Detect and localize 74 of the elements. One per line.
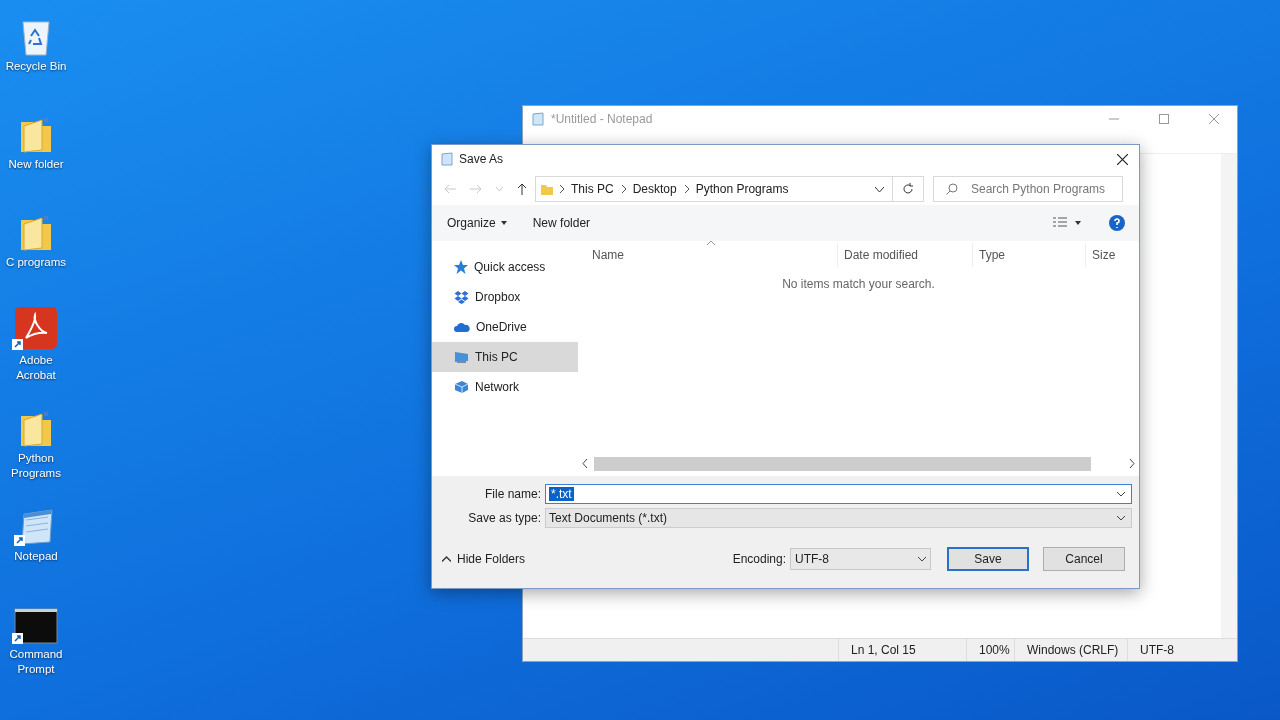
desktop-icon-label[interactable]: Notepad: [1, 549, 71, 564]
field-label: File name:: [483, 487, 542, 501]
address-bar[interactable]: This PC Desktop Python Programs: [535, 176, 893, 202]
star-icon: [454, 260, 468, 274]
sort-caret-icon: [707, 241, 715, 245]
help-icon[interactable]: [1109, 215, 1125, 231]
scroll-right-icon[interactable]: [1129, 459, 1135, 468]
notepad-icon: [440, 152, 454, 166]
terminal-icon[interactable]: [14, 608, 58, 644]
empty-message: No items match your search.: [782, 277, 935, 291]
folder-icon[interactable]: [18, 212, 54, 252]
breadcrumb-item[interactable]: This PC: [571, 182, 614, 196]
chevron-icon: [621, 185, 627, 193]
nav-item[interactable]: Network: [432, 372, 578, 402]
status-item: UTF-8: [1127, 639, 1237, 661]
desktop-icon-label[interactable]: Recycle Bin: [1, 59, 71, 74]
search-field[interactable]: Search Python Programs: [933, 176, 1123, 202]
window-title: *Untitled - Notepad: [551, 112, 653, 126]
folder-icon[interactable]: [18, 114, 54, 154]
chevron-down-icon: [918, 556, 926, 562]
desktop-icon-label[interactable]: New folder: [1, 157, 71, 172]
cancel-button[interactable]: Cancel: [1043, 547, 1125, 571]
file-type-dropdown[interactable]: Text Documents (*.txt): [545, 508, 1132, 528]
desktop-icon-label[interactable]: Adobe Acrobat: [1, 353, 71, 383]
field-label: Encoding:: [732, 552, 786, 566]
organize-menu[interactable]: Organize: [447, 216, 507, 230]
chevron-icon: [560, 185, 565, 193]
column-header[interactable]: Size: [1086, 243, 1126, 267]
desktop-icon-label[interactable]: Command Prompt: [1, 647, 71, 677]
chevron-down-icon: [1117, 515, 1125, 521]
file-name-field[interactable]: *.txt: [545, 484, 1132, 504]
encoding-dropdown[interactable]: UTF-8: [790, 548, 931, 570]
network-icon: [454, 380, 469, 394]
notepad-icon: [531, 112, 545, 126]
nav-item[interactable]: This PC: [432, 342, 578, 372]
chevron-down-icon: [1117, 491, 1125, 497]
up-arrow-icon[interactable]: [517, 183, 527, 195]
close-icon[interactable]: [1117, 153, 1128, 165]
refresh-icon: [902, 183, 914, 195]
nav-item[interactable]: Quick access: [432, 252, 578, 282]
nav-item[interactable]: OneDrive: [432, 312, 578, 342]
status-item: 100%: [966, 639, 1014, 661]
scrollbar[interactable]: [1221, 154, 1237, 638]
save-button[interactable]: Save: [947, 547, 1029, 571]
breadcrumb-item[interactable]: Desktop: [632, 182, 677, 196]
status-item: Ln 1, Col 15: [838, 639, 966, 661]
breadcrumb-item[interactable]: Python Programs: [695, 182, 789, 196]
desktop-icon-label[interactable]: Python Programs: [1, 451, 71, 481]
folder-icon[interactable]: [18, 408, 54, 448]
nav-item[interactable]: Dropbox: [432, 282, 578, 312]
cloud-icon: [454, 322, 470, 332]
column-header[interactable]: Date modified: [838, 243, 973, 267]
hide-folders-button[interactable]: Hide Folders: [442, 552, 526, 566]
new-folder-button[interactable]: New folder: [532, 216, 591, 230]
column-header[interactable]: Name: [578, 243, 838, 267]
refresh-button[interactable]: [893, 176, 924, 202]
field-label: Save as type:: [467, 511, 542, 525]
scrollbar-thumb[interactable]: [594, 456, 1092, 471]
status-item: Windows (CRLF): [1014, 639, 1127, 661]
computer-icon: [454, 351, 469, 363]
folder-icon: [540, 182, 554, 196]
column-header[interactable]: Type: [973, 243, 1086, 267]
search-icon: [946, 183, 958, 195]
maximize-icon[interactable]: [1159, 114, 1169, 124]
pdf-app-icon[interactable]: [14, 306, 58, 350]
caret-icon[interactable]: [875, 186, 884, 192]
caret-icon: [500, 221, 507, 225]
chevron-up-icon: [442, 556, 451, 562]
chevron-icon: [684, 185, 690, 193]
desktop-icon-label[interactable]: C programs: [1, 255, 71, 270]
dropbox-icon: [454, 290, 469, 304]
view-options-icon[interactable]: [1053, 217, 1083, 229]
scroll-left-icon[interactable]: [582, 459, 588, 468]
dialog-title: Save As: [459, 152, 504, 166]
